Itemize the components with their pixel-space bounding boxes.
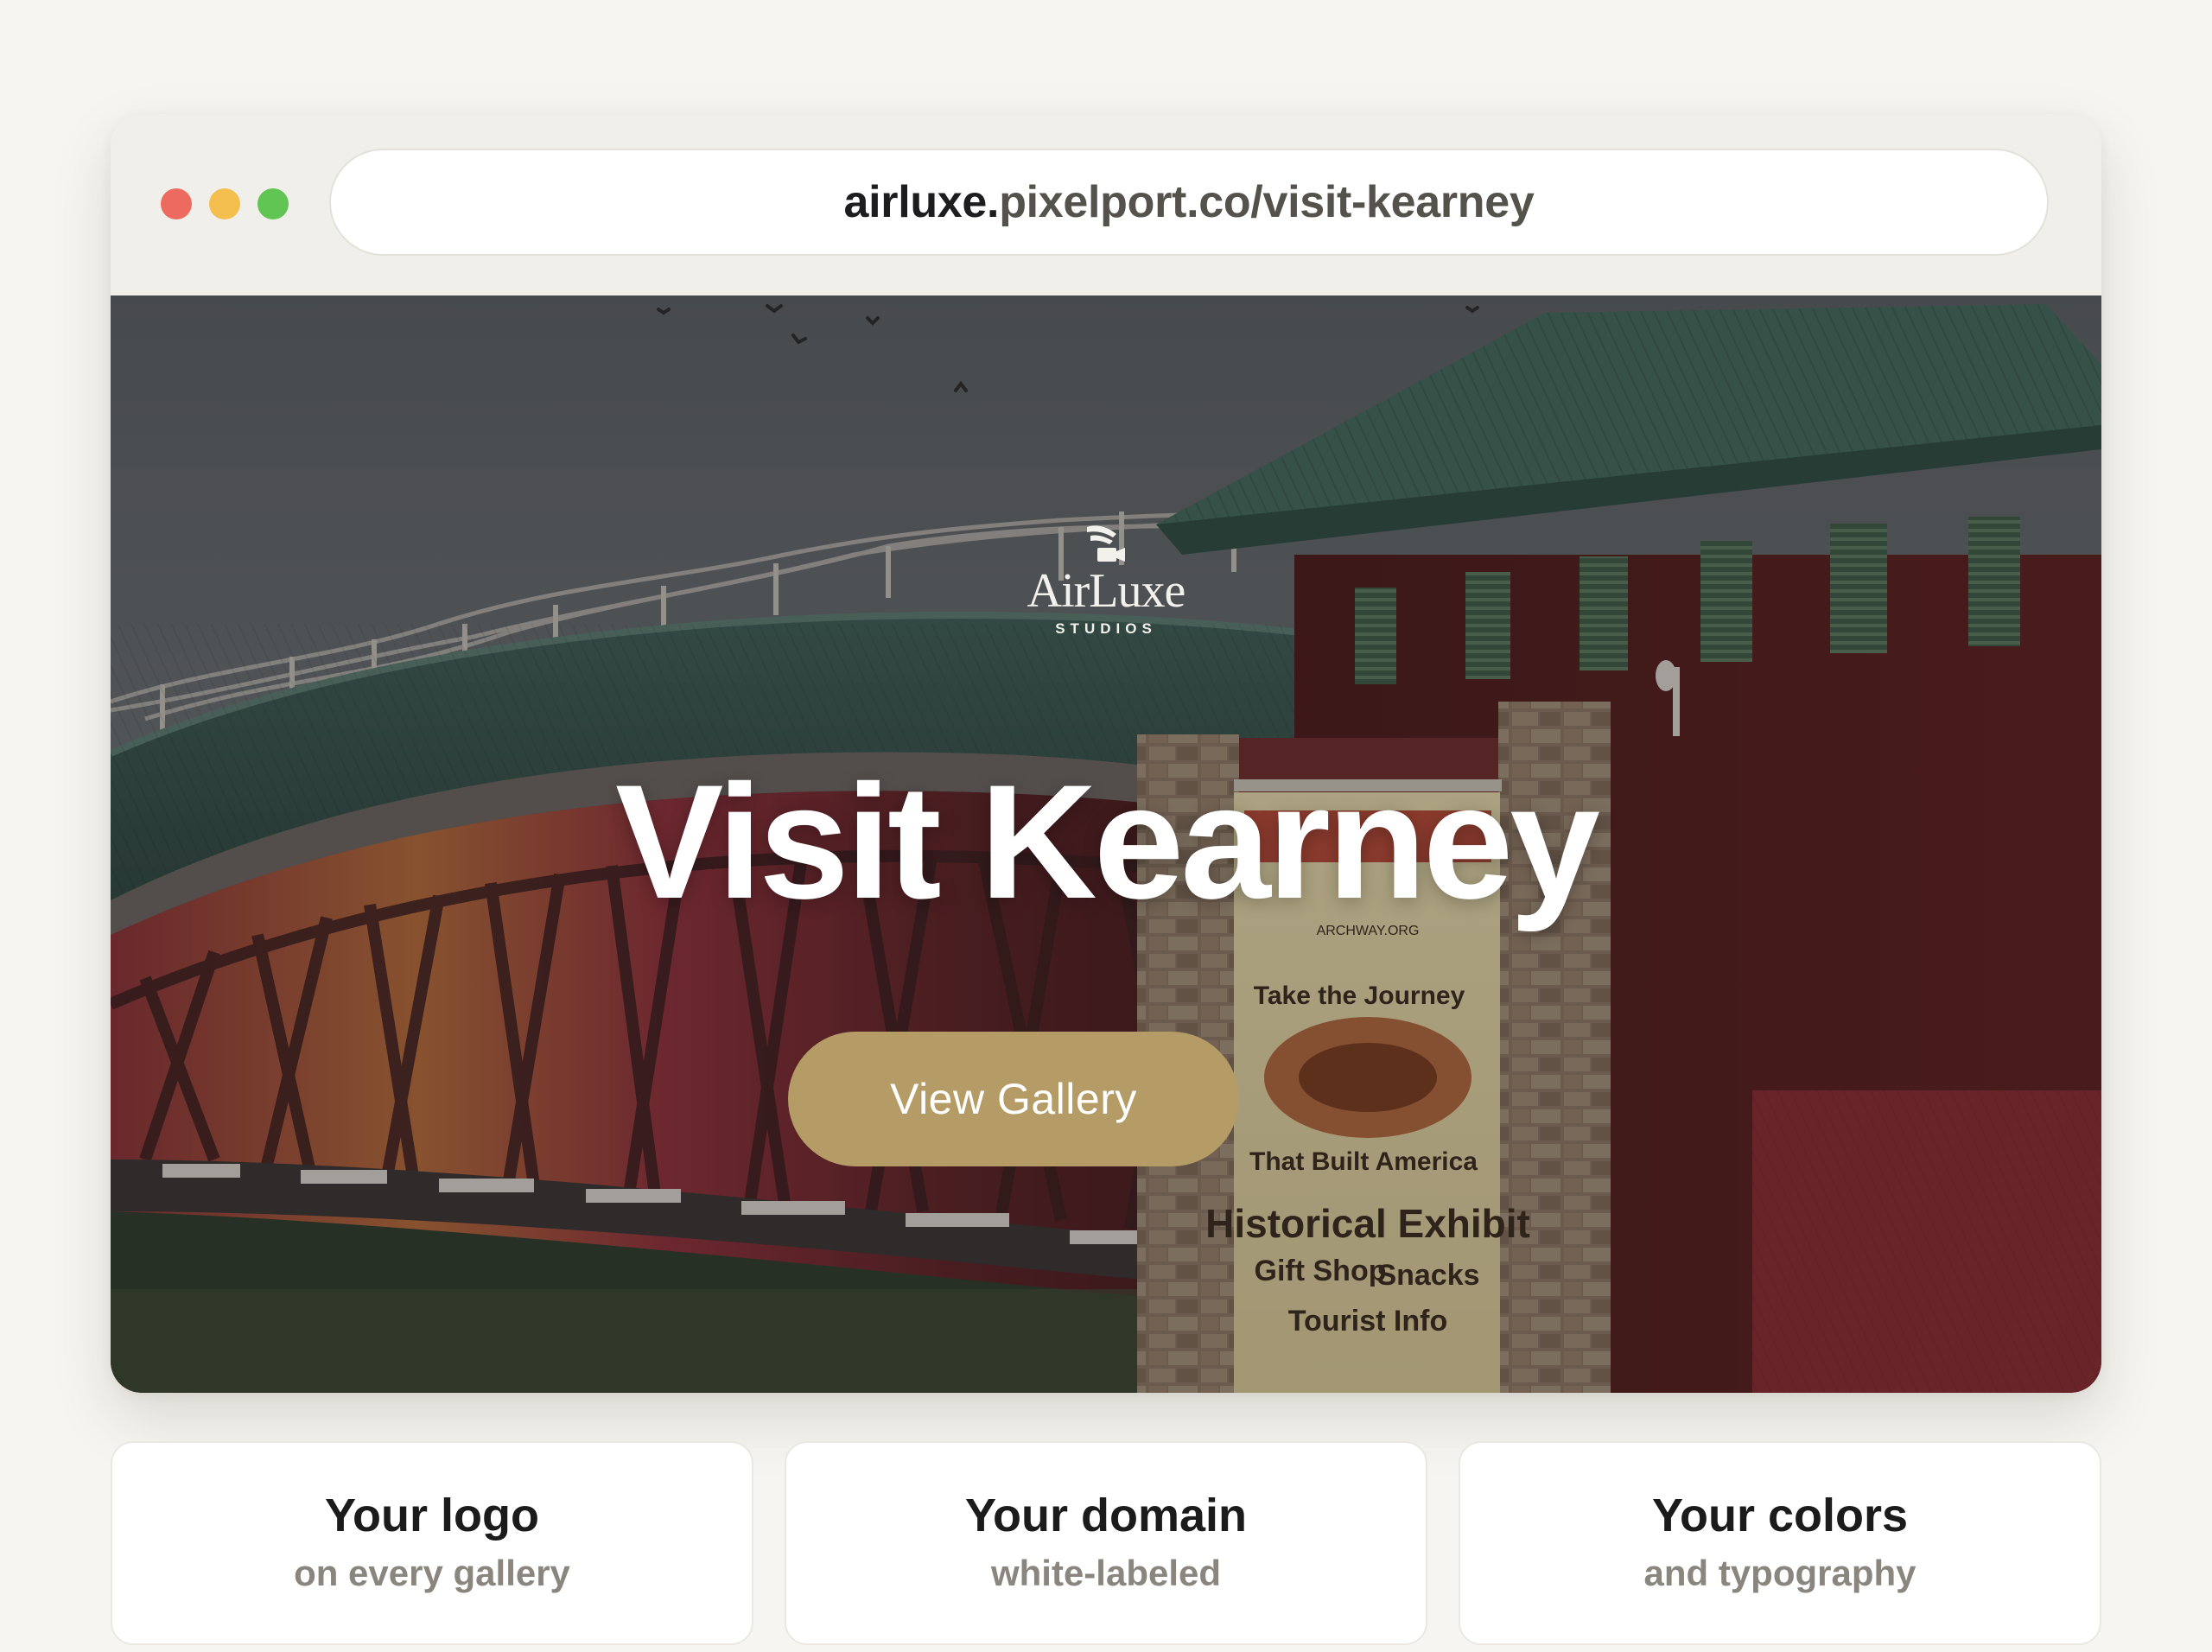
feature-card-domain: Your domain white-labeled — [785, 1441, 1427, 1645]
url-subdomain: airluxe. — [843, 177, 1000, 227]
feature-title: Your colors — [1651, 1490, 1909, 1541]
address-bar[interactable]: airluxe. pixelport.co/visit-kearney — [329, 149, 2049, 256]
maximize-window-dot[interactable] — [257, 188, 289, 219]
browser-window: airluxe. pixelport.co/visit-kearney ARCH… — [111, 114, 2101, 1393]
view-gallery-button[interactable]: View Gallery — [788, 1032, 1239, 1166]
logo-tagline: STUDIOS — [1055, 620, 1157, 637]
feature-subtitle: white-labeled — [990, 1553, 1222, 1593]
hero-title: Visit Kearney — [615, 751, 1600, 932]
browser-titlebar: airluxe. pixelport.co/visit-kearney — [111, 114, 2101, 295]
feature-title: Your domain — [964, 1490, 1247, 1541]
camera-drone-icon — [1087, 525, 1125, 562]
minimize-window-dot[interactable] — [209, 188, 240, 219]
feature-cards: Your logo on every gallery Your domain w… — [111, 1441, 2101, 1649]
hero-section: ARCHWAY.ORG Take the Journey That Built … — [111, 295, 2101, 1393]
close-window-dot[interactable] — [161, 188, 192, 219]
feature-subtitle: on every gallery — [294, 1553, 570, 1593]
feature-card-logo: Your logo on every gallery — [111, 1441, 753, 1645]
logo-name: AirLuxe — [1027, 564, 1186, 618]
brand-logo: AirLuxe STUDIOS — [111, 522, 2101, 638]
feature-title: Your logo — [325, 1490, 539, 1541]
feature-subtitle: and typography — [1643, 1553, 1916, 1593]
url-path: pixelport.co/visit-kearney — [999, 177, 1535, 227]
feature-card-colors: Your colors and typography — [1459, 1441, 2101, 1645]
